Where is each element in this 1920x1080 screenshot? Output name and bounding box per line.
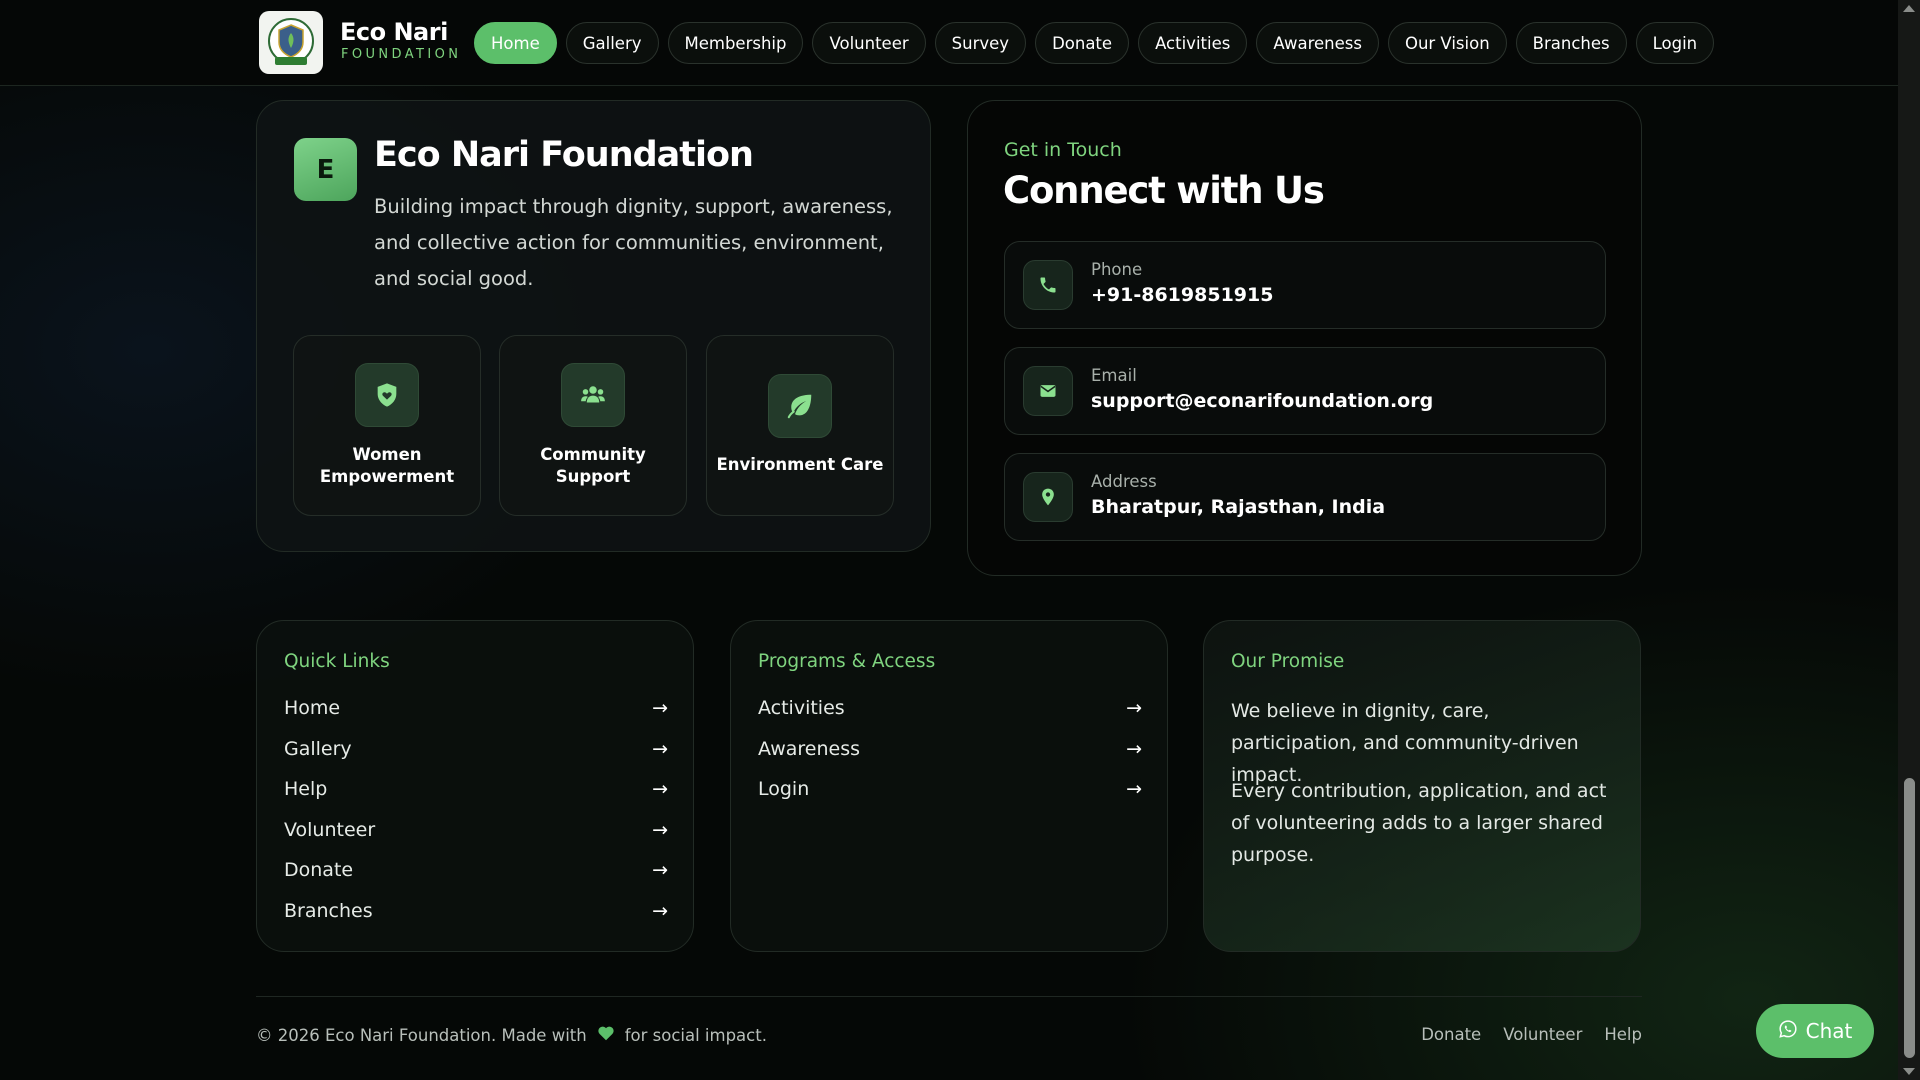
link-label: Awareness bbox=[758, 738, 861, 760]
arrow-right-icon: → bbox=[652, 900, 668, 922]
nav-survey[interactable]: Survey bbox=[934, 22, 1027, 64]
quick-link-branches[interactable]: Branches → bbox=[284, 896, 668, 926]
contact-value: support@econarifoundation.org bbox=[1091, 390, 1434, 412]
contact-label: Phone bbox=[1091, 260, 1143, 279]
whatsapp-icon bbox=[1778, 1019, 1798, 1044]
envelope-icon bbox=[1023, 366, 1073, 416]
foundation-badge: E bbox=[294, 138, 357, 201]
people-icon bbox=[561, 363, 625, 427]
nav-gallery[interactable]: Gallery bbox=[565, 22, 659, 64]
contact-title: Connect with Us bbox=[1003, 169, 1325, 212]
shield-heart-icon bbox=[355, 363, 419, 427]
main-nav: Home Gallery Membership Volunteer Survey… bbox=[474, 22, 1715, 64]
brand-subtitle: FOUNDATION bbox=[341, 47, 462, 62]
footer-link-help[interactable]: Help bbox=[1604, 1025, 1642, 1044]
link-label: Login bbox=[758, 778, 810, 800]
nav-login[interactable]: Login bbox=[1635, 22, 1715, 64]
phone-icon bbox=[1023, 260, 1073, 310]
link-label: Branches bbox=[284, 900, 373, 922]
program-link-awareness[interactable]: Awareness → bbox=[758, 734, 1142, 764]
quick-links-list: Quick Links Home → Gallery → Help → Volunte… bbox=[256, 620, 694, 952]
contact-address[interactable]: Address Bharatpur, Rajasthan, India bbox=[1004, 453, 1606, 541]
nav-membership[interactable]: Membership bbox=[667, 22, 804, 64]
footer-link-volunteer[interactable]: Volunteer bbox=[1503, 1025, 1582, 1044]
feature-environment-care: Environment Care bbox=[706, 335, 894, 516]
feature-women-empowerment: Women Empowerment bbox=[293, 335, 481, 516]
quick-link-donate[interactable]: Donate → bbox=[284, 855, 668, 885]
contact-label: Email bbox=[1091, 366, 1137, 385]
link-label: Home bbox=[284, 697, 341, 719]
site-header: Eco Nari FOUNDATION Home Gallery Members… bbox=[0, 0, 1898, 86]
link-label: Gallery bbox=[284, 738, 352, 760]
promise-card: Our Promise We believe in dignity, care,… bbox=[1203, 620, 1641, 952]
scroll-down-icon[interactable] bbox=[1903, 1068, 1915, 1075]
about-title: Eco Nari Foundation bbox=[374, 135, 754, 175]
scroll-up-icon[interactable] bbox=[1903, 5, 1915, 12]
foundation-logo[interactable] bbox=[259, 11, 323, 74]
contact-phone[interactable]: Phone +91-8619851915 bbox=[1004, 241, 1606, 329]
promise-paragraph: Every contribution, application, and act… bbox=[1231, 780, 1607, 866]
programs-card: Programs & Access Activities → Awareness →… bbox=[730, 620, 1168, 952]
contact-email[interactable]: Email support@econarifoundation.org bbox=[1004, 347, 1606, 435]
leaf-icon bbox=[768, 374, 832, 438]
nav-donate[interactable]: Donate bbox=[1035, 22, 1130, 64]
arrow-right-icon: → bbox=[1126, 697, 1142, 719]
program-link-activities[interactable]: Activities → bbox=[758, 693, 1142, 723]
contact-label: Address bbox=[1091, 472, 1157, 491]
link-label: Donate bbox=[284, 859, 354, 881]
feature-label: Environment Care bbox=[716, 455, 884, 474]
feature-community-support: Community Support bbox=[499, 335, 687, 516]
contact-value: +91-8619851915 bbox=[1091, 284, 1274, 306]
chat-button[interactable]: Chat bbox=[1756, 1004, 1874, 1058]
arrow-right-icon: → bbox=[652, 819, 668, 841]
nav-awareness[interactable]: Awareness bbox=[1256, 22, 1379, 64]
footer-links: Donate Volunteer Help bbox=[1421, 1025, 1642, 1044]
brand-name: Eco Nari bbox=[340, 18, 448, 46]
scroll-thumb[interactable] bbox=[1904, 778, 1915, 1058]
about-description: Building impact through dignity, support… bbox=[374, 195, 893, 290]
page-scrollbar[interactable] bbox=[1898, 0, 1920, 1080]
contact-card: Get in Touch Connect with Us Phone +91-8… bbox=[967, 100, 1642, 576]
quick-link-gallery[interactable]: Gallery → bbox=[284, 734, 668, 764]
link-label: Activities bbox=[758, 697, 845, 719]
copyright-suffix: for social impact. bbox=[624, 1025, 767, 1045]
location-pin-icon bbox=[1023, 472, 1073, 522]
quick-links-title: Quick Links bbox=[284, 651, 390, 672]
heart-icon bbox=[597, 1025, 615, 1045]
chat-label: Chat bbox=[1805, 1019, 1853, 1043]
link-label: Volunteer bbox=[284, 819, 376, 841]
arrow-right-icon: → bbox=[652, 778, 668, 800]
feature-label: Community Support bbox=[540, 445, 646, 486]
nav-our-vision[interactable]: Our Vision bbox=[1387, 22, 1507, 64]
arrow-right-icon: → bbox=[652, 738, 668, 760]
copyright-text: © 2026 Eco Nari Foundation. Made with bbox=[256, 1025, 587, 1045]
link-label: Help bbox=[284, 778, 328, 800]
nav-home[interactable]: Home bbox=[474, 22, 557, 64]
arrow-right-icon: → bbox=[1126, 738, 1142, 760]
footer-link-donate[interactable]: Donate bbox=[1421, 1025, 1481, 1044]
arrow-right-icon: → bbox=[652, 859, 668, 881]
footer-divider bbox=[256, 996, 1642, 997]
arrow-right-icon: → bbox=[1126, 778, 1142, 800]
program-link-login[interactable]: Login → bbox=[758, 774, 1142, 804]
quick-link-volunteer[interactable]: Volunteer → bbox=[284, 815, 668, 845]
contact-value: Bharatpur, Rajasthan, India bbox=[1091, 496, 1386, 518]
programs-title: Programs & Access bbox=[758, 651, 936, 672]
nav-volunteer[interactable]: Volunteer bbox=[812, 22, 926, 64]
about-card: E Eco Nari Foundation Building impact th… bbox=[256, 100, 931, 552]
nav-activities[interactable]: Activities bbox=[1138, 22, 1248, 64]
promise-title: Our Promise bbox=[1231, 651, 1345, 672]
quick-link-home[interactable]: Home → bbox=[284, 693, 668, 723]
contact-eyebrow: Get in Touch bbox=[1004, 139, 1122, 161]
nav-branches[interactable]: Branches bbox=[1515, 22, 1627, 64]
arrow-right-icon: → bbox=[652, 697, 668, 719]
copyright: © 2026 Eco Nari Foundation. Made with fo… bbox=[256, 1025, 767, 1045]
quick-link-help[interactable]: Help → bbox=[284, 774, 668, 804]
feature-label: Women Empowerment bbox=[319, 445, 455, 486]
